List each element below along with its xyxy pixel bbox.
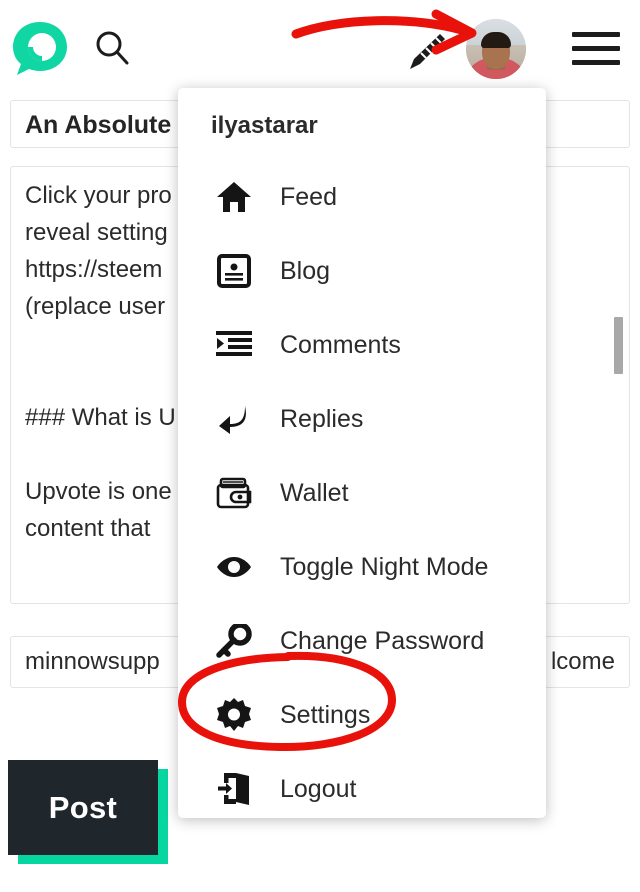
comments-icon (211, 325, 257, 365)
menu-item-label: Blog (280, 256, 331, 285)
post-button[interactable]: Post (8, 760, 158, 855)
body-scrollbar-thumb[interactable] (614, 317, 623, 374)
menu-item-list: Feed Blog Comments Replies Wallet Toggle… (178, 160, 546, 818)
menu-item-toggle-night-mode[interactable]: Toggle Night Mode (178, 530, 546, 604)
menu-item-label: Feed (280, 182, 337, 211)
menu-username: ilyastarar (211, 112, 318, 139)
pencil-icon[interactable] (404, 30, 448, 74)
avatar[interactable] (466, 19, 526, 79)
app-header (0, 0, 640, 92)
key-icon (211, 621, 257, 661)
hamburger-bar (572, 32, 620, 37)
menu-item-settings[interactable]: Settings (178, 678, 546, 752)
menu-item-label: Replies (280, 404, 364, 433)
search-icon[interactable] (92, 28, 132, 68)
avatar-photo-hair (481, 32, 511, 49)
menu-item-blog[interactable]: Blog (178, 234, 546, 308)
gear-icon (211, 695, 257, 735)
menu-item-logout[interactable]: Logout (178, 752, 546, 818)
steemit-logo[interactable] (8, 18, 72, 78)
hamburger-bar (572, 60, 620, 65)
hamburger-icon[interactable] (572, 32, 620, 66)
menu-item-replies[interactable]: Replies (178, 382, 546, 456)
replies-icon (211, 399, 257, 439)
home-icon (211, 177, 257, 217)
menu-item-comments[interactable]: Comments (178, 308, 546, 382)
blog-icon (211, 251, 257, 291)
menu-item-feed[interactable]: Feed (178, 160, 546, 234)
menu-item-label: Change Password (280, 626, 485, 655)
logout-icon (211, 769, 257, 809)
eye-icon (211, 547, 257, 587)
app-screen: An Absolute omin Click your pro reveal s… (0, 0, 640, 892)
user-dropdown-menu: ilyastarar Feed Blog Comments Replies Wa… (178, 88, 546, 818)
wallet-icon (211, 473, 257, 513)
hamburger-bar (572, 46, 620, 51)
menu-item-label: Comments (280, 330, 401, 359)
menu-item-wallet[interactable]: Wallet (178, 456, 546, 530)
tags-value-start: minnowsupp (25, 648, 160, 675)
menu-item-change-password[interactable]: Change Password (178, 604, 546, 678)
menu-item-label: Wallet (280, 478, 349, 507)
menu-item-label: Settings (280, 700, 371, 729)
menu-item-label: Logout (280, 774, 357, 803)
menu-item-label: Toggle Night Mode (280, 552, 489, 581)
tags-value-end: lcome (550, 648, 615, 675)
